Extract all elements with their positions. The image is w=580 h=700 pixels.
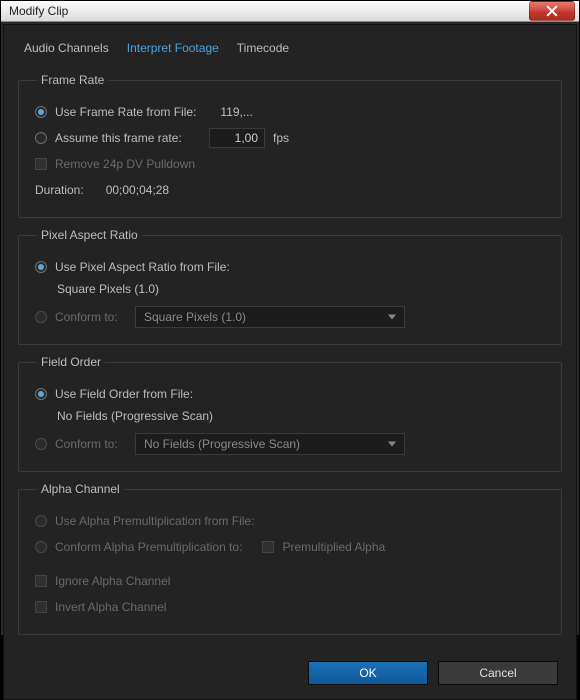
field-order-conform-value: No Fields (Progressive Scan) [144,437,300,451]
par-from-file-label: Use Pixel Aspect Ratio from File: [55,260,230,274]
radio-field-order-conform[interactable] [35,438,47,450]
par-conform-label: Conform to: [55,310,127,324]
dialog-footer: OK Cancel [18,655,562,689]
assume-frame-rate-label: Assume this frame rate: [55,131,201,145]
remove-pulldown-label: Remove 24p DV Pulldown [55,157,195,171]
tab-interpret-footage[interactable]: Interpret Footage [127,39,219,57]
frame-rate-legend: Frame Rate [37,73,108,87]
ok-button[interactable]: OK [308,661,428,685]
cancel-button[interactable]: Cancel [438,661,558,685]
radio-alpha-conform [35,541,47,553]
invert-alpha-label: Invert Alpha Channel [55,600,166,614]
close-button[interactable] [529,1,575,21]
radio-par-conform[interactable] [35,311,47,323]
tab-audio-channels[interactable]: Audio Channels [24,39,109,57]
chevron-down-icon [388,315,396,320]
field-order-file-value: No Fields (Progressive Scan) [57,409,213,423]
checkbox-premultiplied-alpha [262,541,274,553]
alpha-legend: Alpha Channel [37,482,124,496]
field-order-legend: Field Order [37,355,105,369]
ignore-alpha-label: Ignore Alpha Channel [55,574,170,588]
par-conform-select[interactable]: Square Pixels (1.0) [135,306,405,328]
radio-assume-frame-rate[interactable] [35,132,47,144]
alpha-channel-group: Alpha Channel Use Alpha Premultiplicatio… [18,482,562,635]
use-frame-rate-label: Use Frame Rate from File: [55,105,196,119]
assume-fps-input[interactable]: 1,00 [209,128,265,148]
radio-use-frame-rate-from-file[interactable] [35,106,47,118]
alpha-from-file-label: Use Alpha Premultiplication from File: [55,514,254,528]
tab-bar: Audio Channels Interpret Footage Timecod… [18,39,562,63]
titlebar: Modify Clip [1,1,579,22]
duration-value: 00;00;04;28 [106,183,169,197]
modify-clip-dialog: Modify Clip Audio Channels Interpret Foo… [0,0,580,636]
alpha-conform-label: Conform Alpha Premultiplication to: [55,540,242,554]
file-fps-value: 119,... [220,105,252,119]
radio-alpha-from-file [35,515,47,527]
radio-par-from-file[interactable] [35,261,47,273]
checkbox-ignore-alpha [35,575,47,587]
premultiplied-alpha-label: Premultiplied Alpha [282,540,385,554]
fps-unit: fps [273,131,289,145]
par-file-value: Square Pixels (1.0) [57,282,159,296]
checkbox-remove-pulldown [35,158,47,170]
dialog-body: Audio Channels Interpret Footage Timecod… [3,24,577,700]
frame-rate-group: Frame Rate Use Frame Rate from File: 119… [18,73,562,218]
field-order-conform-select[interactable]: No Fields (Progressive Scan) [135,433,405,455]
radio-field-order-from-file[interactable] [35,388,47,400]
chevron-down-icon [388,442,396,447]
field-order-group: Field Order Use Field Order from File: N… [18,355,562,472]
par-conform-value: Square Pixels (1.0) [144,310,246,324]
duration-label: Duration: [35,183,84,197]
close-icon [546,5,558,17]
checkbox-invert-alpha [35,601,47,613]
window-title: Modify Clip [9,4,527,18]
tab-timecode[interactable]: Timecode [237,39,289,57]
par-legend: Pixel Aspect Ratio [37,228,142,242]
pixel-aspect-ratio-group: Pixel Aspect Ratio Use Pixel Aspect Rati… [18,228,562,345]
field-order-from-file-label: Use Field Order from File: [55,387,193,401]
field-order-conform-label: Conform to: [55,437,127,451]
